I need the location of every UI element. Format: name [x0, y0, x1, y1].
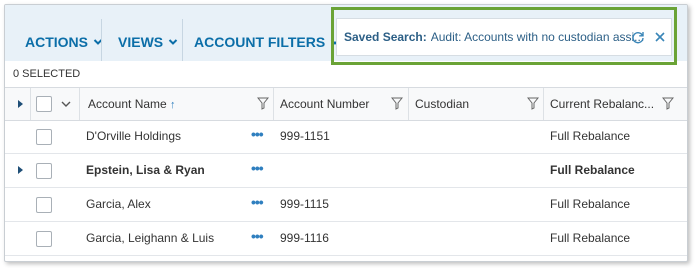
more-options-icon[interactable]: ••• — [251, 160, 264, 176]
expand-all-icon[interactable] — [18, 100, 23, 108]
more-options-icon[interactable]: ••• — [251, 228, 264, 244]
row-checkbox[interactable] — [36, 163, 52, 179]
column-divider — [408, 88, 409, 120]
column-divider — [273, 88, 274, 120]
row-checkbox[interactable] — [36, 231, 52, 247]
rebalance-cell: Full Rebalance — [550, 231, 631, 245]
toolbar-divider — [101, 19, 102, 61]
rebalance-cell: Full Rebalance — [550, 197, 631, 211]
table-row[interactable]: Garcia, Leighann & Luis ••• 999-1116 Ful… — [5, 222, 687, 256]
column-header-account-name[interactable]: Account Name ↑ — [88, 88, 176, 120]
sort-ascending-icon: ↑ — [170, 99, 176, 111]
account-number-cell: 999-1115 — [280, 197, 329, 211]
views-label: VIEWS — [118, 34, 164, 50]
select-all-checkbox[interactable] — [36, 96, 52, 112]
filter-icon[interactable] — [257, 97, 269, 110]
filter-icon[interactable] — [391, 97, 403, 110]
account-filters-menu-button[interactable]: ACCOUNT FILTERS — [184, 23, 350, 61]
actions-label: ACTIONS — [25, 34, 88, 50]
chevron-down-icon[interactable] — [61, 100, 71, 108]
account-name-cell[interactable]: Epstein, Lisa & Ryan — [86, 154, 205, 187]
expand-row-icon[interactable] — [18, 166, 23, 174]
table-row[interactable]: Garcia, Alex ••• 999-1115 Full Rebalance — [5, 188, 687, 222]
column-divider — [79, 88, 80, 120]
account-name-cell[interactable]: Garcia, Alex — [86, 188, 151, 221]
filter-icon[interactable] — [527, 97, 539, 110]
row-checkbox[interactable] — [36, 197, 52, 213]
column-header-custodian[interactable]: Custodian — [415, 88, 469, 120]
highlight-box — [331, 7, 677, 65]
account-number-cell: 999-1151 — [280, 129, 330, 143]
column-divider — [30, 88, 31, 120]
column-header-current-rebalance[interactable]: Current Rebalanc... — [550, 88, 654, 120]
filter-icon[interactable] — [662, 97, 674, 110]
table-row[interactable]: D'Orville Holdings ••• 999-1151 Full Reb… — [5, 120, 687, 154]
column-header-account-number[interactable]: Account Number — [280, 88, 369, 120]
account-name-cell[interactable]: Garcia, Leighann & Luis — [86, 222, 214, 255]
actions-menu-button[interactable]: ACTIONS — [15, 23, 113, 61]
table-row[interactable]: Epstein, Lisa & Ryan ••• Full Rebalance — [5, 154, 687, 188]
chevron-down-icon — [168, 39, 178, 45]
account-name-cell[interactable]: D'Orville Holdings — [86, 120, 181, 153]
rebalance-cell: Full Rebalance — [550, 163, 635, 177]
toolbar-divider — [182, 19, 183, 61]
column-divider — [543, 88, 544, 120]
row-checkbox[interactable] — [36, 129, 52, 145]
grid-header: Account Name ↑ Account Number Custodian … — [5, 87, 687, 121]
more-options-icon[interactable]: ••• — [251, 126, 264, 142]
column-label: Account Name — [88, 97, 167, 111]
account-number-cell: 999-1116 — [280, 231, 329, 245]
views-menu-button[interactable]: VIEWS — [108, 23, 188, 61]
account-filters-label: ACCOUNT FILTERS — [194, 34, 326, 50]
more-options-icon[interactable]: ••• — [251, 194, 264, 210]
rebalance-cell: Full Rebalance — [550, 129, 631, 143]
